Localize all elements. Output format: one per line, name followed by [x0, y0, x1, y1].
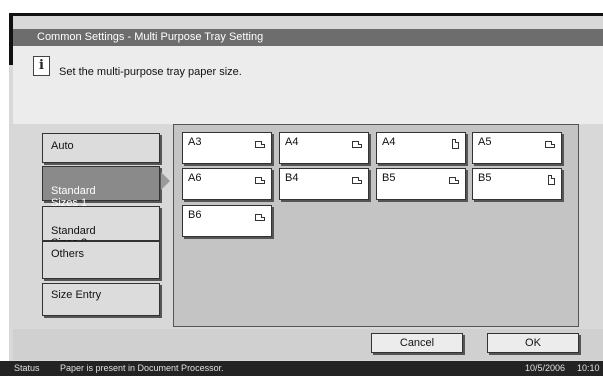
size-label: A4 [382, 136, 396, 148]
size-label: A6 [188, 172, 202, 184]
size-label: B5 [382, 172, 396, 184]
info-icon: i [33, 56, 50, 76]
side-button-standard-sizes-2[interactable]: Standard Sizes 2 [42, 206, 160, 249]
side-button-auto[interactable]: Auto [42, 133, 160, 163]
paper-portrait-icon [548, 175, 555, 185]
side-button-standard-sizes-1[interactable]: Standard Sizes 1 [42, 166, 160, 209]
size-button-a5[interactable]: A5 [472, 132, 562, 164]
paper-landscape-icon [352, 177, 362, 184]
size-button-b5-landscape[interactable]: B5 [376, 168, 466, 200]
paper-landscape-icon [449, 177, 459, 184]
size-button-a4-portrait[interactable]: A4 [376, 132, 466, 164]
status-time: 10:10 [577, 363, 600, 373]
ok-button[interactable]: OK [487, 333, 579, 353]
side-button-label: Others [51, 248, 85, 260]
paper-landscape-icon [545, 141, 555, 148]
status-date: 10/5/2006 [525, 363, 566, 373]
side-button-size-entry[interactable]: Size Entry [42, 283, 160, 316]
cancel-button[interactable]: Cancel [371, 333, 463, 353]
paper-landscape-icon [255, 141, 265, 148]
size-label: A5 [478, 136, 492, 148]
size-button-a4-landscape[interactable]: A4 [279, 132, 369, 164]
size-button-a3[interactable]: A3 [182, 132, 272, 164]
size-label: B5 [478, 172, 492, 184]
info-panel: i Set the multi-purpose tray paper size. [13, 46, 603, 124]
paper-landscape-icon [255, 214, 265, 221]
status-button[interactable]: Status [14, 361, 40, 376]
size-label: A3 [188, 136, 202, 148]
info-message: Set the multi-purpose tray paper size. [59, 66, 242, 78]
selection-pointer [161, 172, 170, 190]
size-label: A4 [285, 136, 299, 148]
size-button-b5-portrait[interactable]: B5 [472, 168, 562, 200]
status-bar: Status Paper is present in Document Proc… [0, 361, 603, 376]
paper-landscape-icon [255, 177, 265, 184]
size-button-b4[interactable]: B4 [279, 168, 369, 200]
side-button-label: Auto [51, 140, 74, 152]
paper-portrait-icon [452, 139, 459, 149]
size-button-a6[interactable]: A6 [182, 168, 272, 200]
top-border [9, 13, 603, 16]
status-message: Paper is present in Document Processor. [60, 363, 224, 373]
size-button-b6[interactable]: B6 [182, 205, 272, 237]
screen-title: Common Settings - Multi Purpose Tray Set… [13, 29, 603, 46]
side-button-label: Size Entry [51, 289, 102, 301]
paper-landscape-icon [352, 141, 362, 148]
size-label: B6 [188, 209, 202, 221]
side-button-others[interactable]: Others [42, 241, 160, 279]
size-label: B4 [285, 172, 299, 184]
